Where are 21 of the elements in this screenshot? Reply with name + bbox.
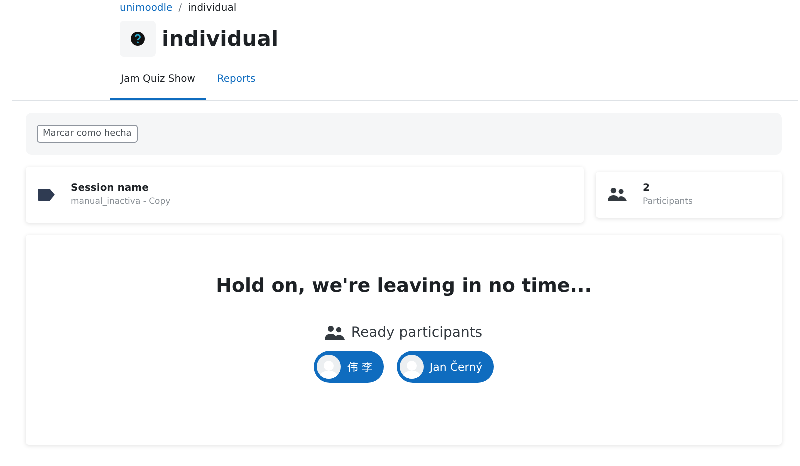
- mark-done-button[interactable]: Marcar como hecha: [37, 125, 138, 143]
- breadcrumb-current: individual: [188, 3, 237, 14]
- tab[interactable]: Reports: [206, 69, 267, 100]
- page-title: individual: [162, 27, 279, 51]
- session-label: Session name: [71, 183, 150, 194]
- participants-count: 2: [643, 183, 651, 194]
- waiting-heading: Hold on, we're leaving in no time...: [216, 275, 592, 297]
- tab[interactable]: Jam Quiz Show: [110, 69, 206, 100]
- ready-participants-label: Ready participants: [351, 325, 483, 341]
- session-value: manual_inactiva - Copy: [71, 197, 171, 207]
- participant-name: Jan Černý: [430, 360, 483, 374]
- avatar-icon: [400, 355, 424, 379]
- tag-icon: [38, 189, 55, 201]
- breadcrumb-separator: /: [178, 3, 182, 14]
- participants-label: Participants: [643, 197, 693, 207]
- participant-name: 伟 李: [347, 360, 373, 374]
- question-icon: [131, 32, 145, 46]
- users-icon: [325, 325, 346, 341]
- breadcrumb-link[interactable]: unimoodle: [120, 3, 173, 14]
- avatar-icon: [317, 355, 342, 379]
- users-icon: [608, 187, 627, 203]
